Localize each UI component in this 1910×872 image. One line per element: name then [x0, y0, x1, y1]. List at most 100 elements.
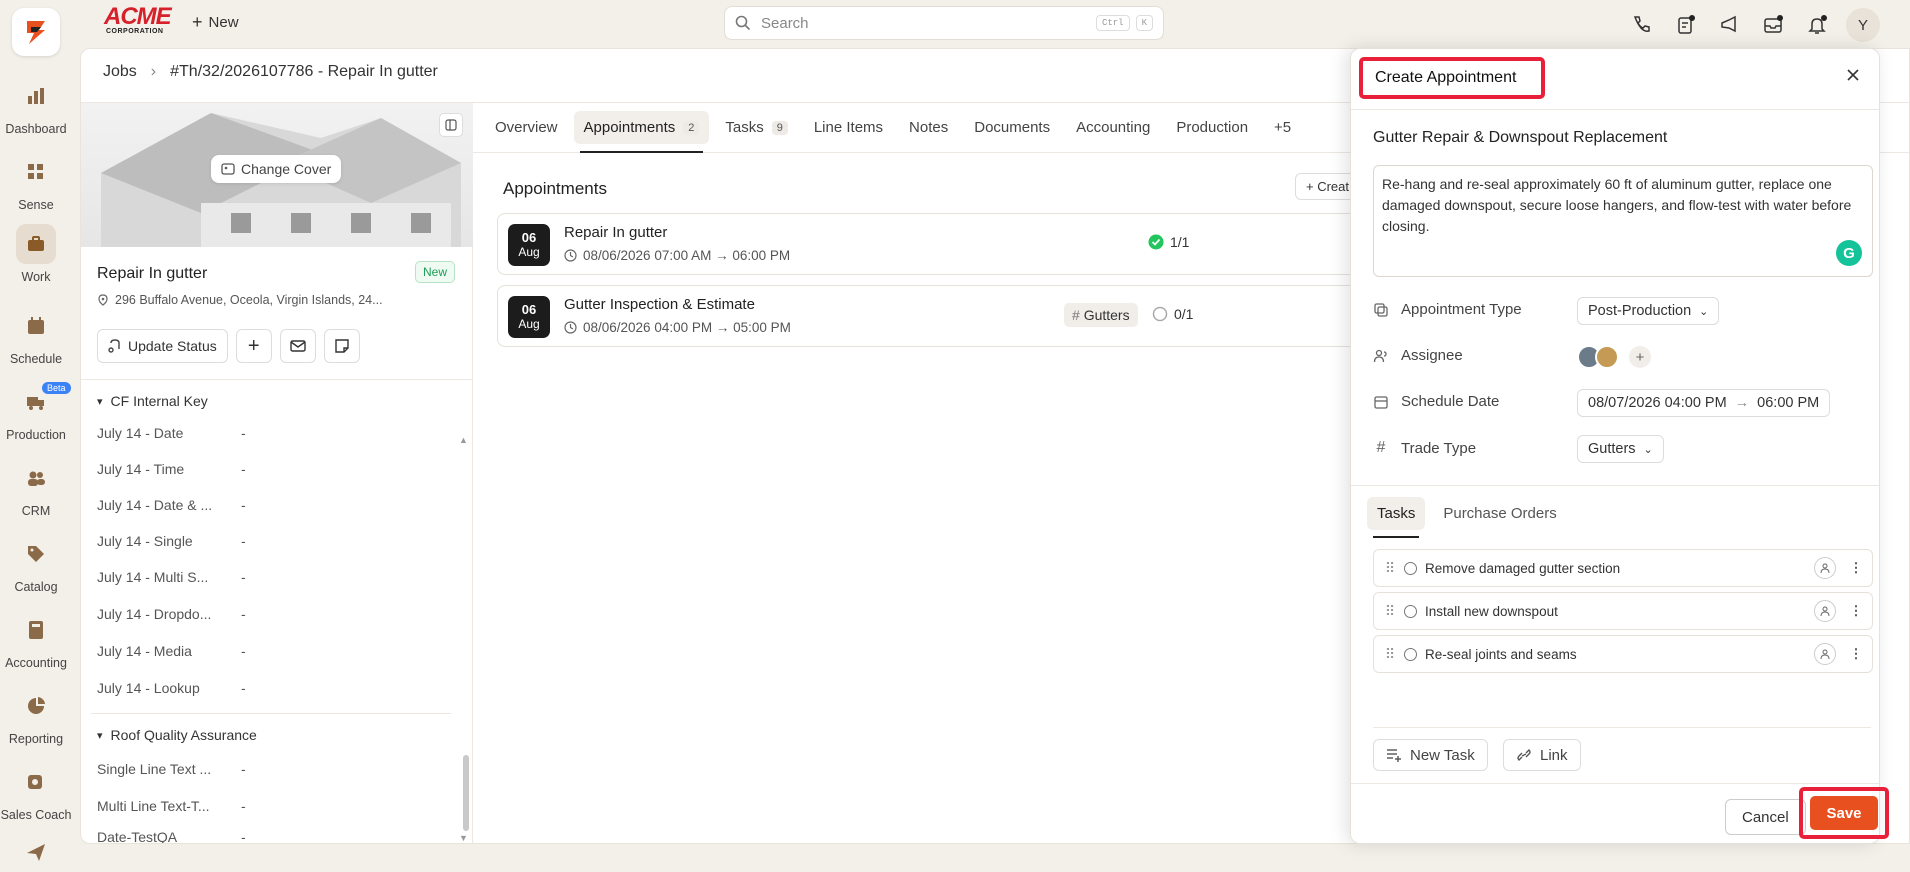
change-cover-button[interactable]: Change Cover: [211, 155, 342, 183]
check-circle-icon: [1148, 234, 1164, 250]
user-avatar[interactable]: Y: [1846, 8, 1880, 42]
nav-work[interactable]: Work: [0, 224, 72, 294]
inbox-icon[interactable]: [1758, 10, 1788, 40]
nav-crm[interactable]: CRM: [0, 458, 72, 528]
field-value[interactable]: -: [241, 569, 246, 585]
tab-line-items[interactable]: Line Items: [804, 111, 893, 144]
description-textarea[interactable]: Re-hang and re-seal approximately 60 ft …: [1373, 165, 1873, 277]
tab-label: Overview: [495, 119, 558, 136]
nav-dashboard[interactable]: Dashboard: [0, 76, 72, 146]
search-input[interactable]: Search Ctrl K: [724, 6, 1164, 40]
collapse-panel-button[interactable]: [439, 113, 463, 137]
tab-documents[interactable]: Documents: [964, 111, 1060, 144]
megaphone-icon[interactable]: [1714, 10, 1744, 40]
more-vertical-icon[interactable]: ⋮: [1846, 603, 1866, 619]
tab-overview[interactable]: Overview: [485, 111, 568, 144]
field-value[interactable]: -: [241, 643, 246, 659]
prop-label: Trade Type: [1401, 439, 1477, 457]
save-button[interactable]: Save: [1810, 796, 1878, 830]
add-button[interactable]: +: [235, 329, 272, 363]
nav-send[interactable]: [0, 840, 72, 870]
assign-user-icon[interactable]: [1814, 557, 1836, 579]
appointment-name-input[interactable]: Gutter Repair & Downspout Replacement: [1373, 129, 1667, 147]
job-actions: Update Status +: [97, 329, 360, 363]
users-icon: [16, 458, 56, 498]
select-value: Gutters: [1588, 441, 1636, 457]
field-value[interactable]: -: [241, 606, 246, 622]
close-button[interactable]: [1841, 63, 1865, 87]
nav-sales-coach[interactable]: Sales Coach: [0, 762, 72, 832]
task-checkbox[interactable]: [1404, 647, 1417, 661]
field-value[interactable]: -: [241, 761, 246, 777]
scrollbar-thumb[interactable]: [463, 755, 469, 831]
more-vertical-icon[interactable]: ⋮: [1846, 560, 1866, 576]
date-badge: 06 Aug: [508, 296, 550, 338]
assignee-avatar[interactable]: [1595, 345, 1619, 369]
field-value[interactable]: -: [241, 497, 246, 513]
appointment-card[interactable]: 06 Aug Gutter Inspection & Estimate 08/0…: [497, 285, 1397, 347]
field-value[interactable]: -: [241, 798, 246, 814]
update-status-button[interactable]: Update Status: [97, 329, 228, 363]
clipboard-icon[interactable]: [1670, 10, 1700, 40]
nav-reporting[interactable]: Reporting: [0, 686, 72, 756]
appointment-card[interactable]: 06 Aug Repair In gutter 08/06/2026 07:00…: [497, 213, 1397, 275]
appointment-type-select[interactable]: Post-Production ⌄: [1577, 297, 1720, 325]
bell-icon[interactable]: [1802, 10, 1832, 40]
drag-handle-icon[interactable]: ⠿: [1374, 560, 1404, 577]
field-value[interactable]: -: [241, 461, 246, 477]
field-value[interactable]: -: [241, 533, 246, 549]
more-vertical-icon[interactable]: ⋮: [1846, 646, 1866, 662]
assign-user-icon[interactable]: [1814, 600, 1836, 622]
tab-more[interactable]: +5: [1264, 111, 1301, 144]
scroll-up-icon[interactable]: ▲: [459, 435, 468, 445]
task-checkbox[interactable]: [1404, 561, 1417, 575]
field-value[interactable]: -: [241, 680, 246, 696]
tab-notes[interactable]: Notes: [899, 111, 958, 144]
task-item[interactable]: ⠿ Re-seal joints and seams ⋮: [1373, 635, 1873, 673]
grid-icon: [16, 152, 56, 192]
task-item[interactable]: ⠿ Remove damaged gutter section ⋮: [1373, 549, 1873, 587]
field-label: July 14 - Multi S...: [97, 569, 209, 585]
tab-production[interactable]: Production: [1166, 111, 1258, 144]
scrollbar[interactable]: [461, 433, 469, 793]
assign-user-icon[interactable]: [1814, 643, 1836, 665]
top-bar: ACME CORPORATION + New Search Ctrl K Y: [72, 0, 1910, 46]
nav-production[interactable]: Beta Production: [0, 382, 72, 452]
scroll-down-icon[interactable]: ▼: [459, 833, 468, 843]
tab-accounting[interactable]: Accounting: [1066, 111, 1160, 144]
drag-handle-icon[interactable]: ⠿: [1374, 603, 1404, 620]
task-checkbox[interactable]: [1404, 604, 1417, 618]
field-row: Single Line Text ... -: [97, 761, 417, 777]
field-value[interactable]: -: [241, 425, 246, 441]
cancel-button[interactable]: Cancel: [1725, 799, 1806, 835]
grammarly-icon[interactable]: G: [1836, 240, 1862, 266]
tab-tasks[interactable]: Tasks: [1367, 497, 1426, 538]
link-button[interactable]: Link: [1503, 739, 1581, 771]
assignee-picker[interactable]: +: [1577, 345, 1651, 369]
tab-appointments[interactable]: Appointments 2: [573, 111, 710, 153]
new-task-button[interactable]: New Task: [1373, 739, 1488, 771]
nav-accounting[interactable]: Accounting: [0, 610, 72, 680]
breadcrumb-jobs[interactable]: Jobs: [103, 63, 137, 81]
new-button[interactable]: + New: [192, 12, 239, 33]
nav-schedule[interactable]: Schedule: [0, 306, 72, 376]
task-item[interactable]: ⠿ Install new downspout ⋮: [1373, 592, 1873, 630]
section-cf-internal-key[interactable]: ▾ CF Internal Key: [97, 393, 208, 409]
nav-catalog[interactable]: Catalog: [0, 534, 72, 604]
trade-type-select[interactable]: Gutters ⌄: [1577, 435, 1664, 463]
schedule-date-picker[interactable]: 08/07/2026 04:00 PM → 06:00 PM: [1577, 389, 1831, 417]
sidebar-toggle-icon: [445, 119, 457, 131]
drawer-footer-divider: [1351, 783, 1879, 784]
phone-icon[interactable]: [1626, 10, 1656, 40]
email-button[interactable]: [279, 329, 316, 363]
drag-handle-icon[interactable]: ⠿: [1374, 646, 1404, 663]
nav-sense[interactable]: Sense: [0, 152, 72, 222]
note-button[interactable]: [323, 329, 360, 363]
add-assignee-icon[interactable]: +: [1629, 346, 1651, 368]
date-day: 06: [521, 230, 537, 246]
tab-tasks[interactable]: Tasks 9: [715, 111, 797, 144]
tab-purchase-orders[interactable]: Purchase Orders: [1433, 497, 1566, 530]
field-value[interactable]: -: [241, 829, 246, 843]
section-roof-quality[interactable]: ▾ Roof Quality Assurance: [97, 727, 257, 743]
app-logo[interactable]: [12, 8, 60, 56]
